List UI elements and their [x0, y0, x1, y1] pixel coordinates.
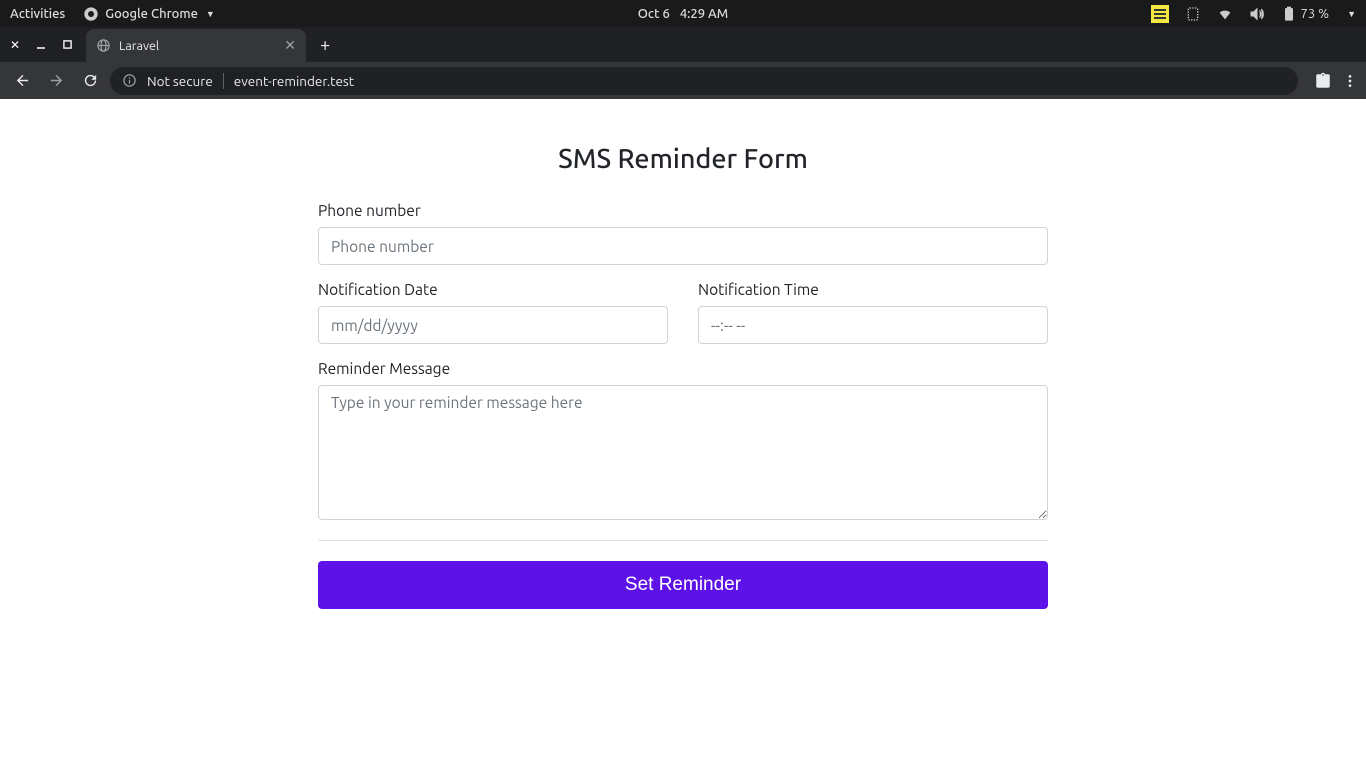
security-status: Not secure	[147, 73, 213, 89]
time-label: 4:29 AM	[680, 7, 728, 21]
reload-button[interactable]	[76, 67, 104, 95]
volume-icon[interactable]	[1249, 6, 1265, 22]
date-label: Notification Date	[318, 281, 668, 298]
time-label: Notification Time	[698, 281, 1048, 298]
submit-button[interactable]: Set Reminder	[318, 561, 1048, 609]
clipboard-tray-icon[interactable]	[1185, 6, 1201, 22]
date-input[interactable]	[318, 306, 668, 344]
globe-icon	[96, 38, 111, 53]
browser-tab[interactable]: Laravel ✕	[86, 29, 306, 62]
form-divider	[318, 540, 1048, 541]
system-menu-chevron-icon[interactable]: ▼	[1347, 9, 1356, 19]
page-title: SMS Reminder Form	[318, 144, 1048, 174]
battery-percent: 73 %	[1301, 7, 1330, 21]
address-bar[interactable]: Not secure event-reminder.test	[110, 67, 1298, 95]
chrome-icon	[83, 6, 99, 22]
forward-button[interactable]	[42, 67, 70, 95]
tab-close-button[interactable]: ✕	[284, 37, 296, 54]
time-input[interactable]	[698, 306, 1048, 344]
url-text: event-reminder.test	[234, 73, 354, 89]
message-label: Reminder Message	[318, 360, 1048, 377]
window-maximize-button[interactable]	[58, 36, 76, 54]
phone-input[interactable]	[318, 227, 1048, 265]
omnibox-divider	[223, 73, 224, 89]
window-minimize-button[interactable]	[32, 36, 50, 54]
battery-indicator[interactable]: 73 %	[1281, 6, 1330, 22]
battery-icon	[1281, 6, 1297, 22]
current-app-label: Google Chrome	[105, 7, 198, 21]
clock[interactable]: Oct 6 4:29 AM	[638, 7, 728, 21]
phone-label: Phone number	[318, 202, 1048, 219]
window-close-button[interactable]: ✕	[6, 36, 24, 54]
message-textarea[interactable]	[318, 385, 1048, 520]
notes-tray-icon[interactable]	[1151, 5, 1169, 23]
date-label: Oct 6	[638, 7, 670, 21]
page-content: SMS Reminder Form Phone number Notificat…	[0, 99, 1366, 609]
tab-title: Laravel	[119, 39, 159, 53]
new-tab-button[interactable]: +	[320, 35, 330, 55]
current-app-menu[interactable]: Google Chrome ▼	[83, 6, 215, 22]
chrome-toolbar: Not secure event-reminder.test	[0, 62, 1366, 99]
wifi-icon[interactable]	[1217, 6, 1233, 22]
activities-button[interactable]: Activities	[10, 7, 65, 21]
info-icon	[122, 73, 137, 88]
chevron-down-icon: ▼	[206, 9, 215, 19]
ubuntu-top-bar: Activities Google Chrome ▼ Oct 6 4:29 AM…	[0, 0, 1366, 27]
assignment-icon[interactable]	[1314, 72, 1332, 90]
kebab-menu-icon[interactable]	[1342, 73, 1358, 89]
chrome-tabstrip: ✕ Laravel ✕ +	[0, 27, 1366, 62]
back-button[interactable]	[8, 67, 36, 95]
